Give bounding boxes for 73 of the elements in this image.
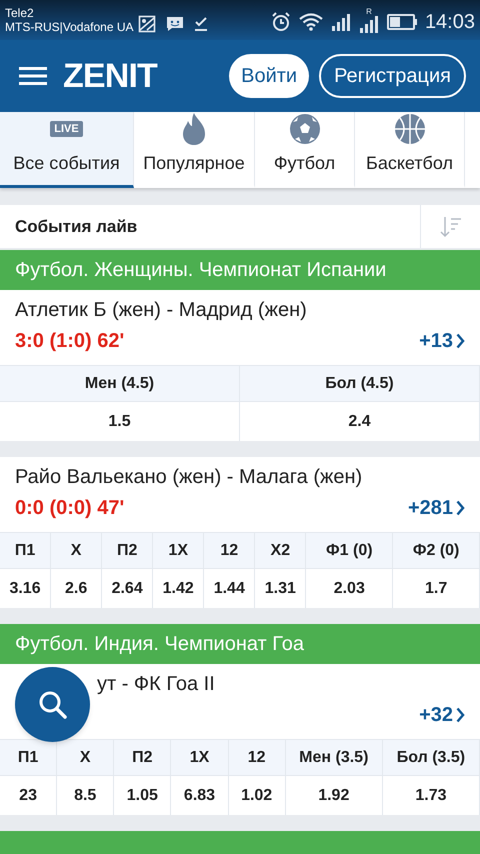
match-title: Атлетик Б (жен) - Мадрид (жен) (15, 298, 307, 322)
odds-header: П1 (0, 533, 52, 568)
login-button[interactable]: Войти (229, 54, 310, 98)
odds-header: X (51, 533, 102, 568)
alarm-icon (270, 12, 291, 32)
odds-button[interactable]: 2.64 (102, 568, 154, 608)
more-markets-link[interactable]: +281 (408, 493, 465, 523)
signal-icon (330, 13, 351, 31)
check-icon (194, 16, 208, 32)
tab[interactable]: Популярное (134, 112, 255, 188)
league-header: Футбол. Индия. Чемпионат Гоа (0, 624, 480, 664)
sort-icon (438, 214, 462, 238)
odds-button[interactable]: 1.02 (228, 775, 286, 815)
image-icon (138, 15, 156, 33)
match-title: Райо Вальекано (жен) - Малага (жен) (15, 465, 362, 489)
soccer-ball-icon (288, 113, 320, 145)
odds-header: Ф1 (0) (306, 533, 394, 568)
odds-button[interactable]: 6.83 (171, 775, 229, 815)
live-score: 0:0 (0:0) 47' (15, 496, 124, 521)
message-icon (166, 16, 184, 32)
logo: ZENIT (63, 56, 157, 96)
odds-button[interactable]: 2.4 (240, 401, 480, 441)
tab[interactable]: LIVE Все события (0, 112, 134, 188)
carrier-name: MTS-RUS|Vodafone UA (5, 20, 134, 34)
odds-header: 1X (171, 740, 229, 775)
odds-button[interactable]: 1.73 (382, 775, 480, 815)
odds-header: 12 (204, 533, 256, 568)
odds-button[interactable]: 23 (0, 775, 58, 815)
tab[interactable]: Футбол (255, 112, 355, 188)
odds-button[interactable]: 1.92 (286, 775, 383, 815)
wifi-icon (298, 13, 323, 31)
odds-button[interactable]: 1.42 (153, 568, 204, 608)
odds-header: Бол (3.5) (382, 740, 480, 775)
odds-button[interactable]: 1.44 (204, 568, 256, 608)
live-score: 3:0 (1:0) 62' (15, 329, 124, 354)
carrier-name: Tele2 (5, 6, 35, 20)
section-title: События лайв (15, 216, 138, 238)
odds-button[interactable]: 1.31 (255, 568, 306, 608)
odds-header: 1X (153, 533, 204, 568)
odds-button[interactable]: 2.03 (306, 568, 394, 608)
match-title: ут - ФК Гоа II (97, 672, 215, 696)
odds-button[interactable]: 1.7 (393, 568, 480, 608)
odds-header: П2 (102, 533, 154, 568)
league-header: Футбол. Женщины. Чемпионат Испании (0, 250, 480, 290)
odds-header: 12 (228, 740, 286, 775)
odds-header: Мен (3.5) (286, 740, 383, 775)
live-badge: LIVE (50, 121, 83, 137)
odds-button[interactable]: 2.6 (51, 568, 102, 608)
signal-icon (358, 15, 379, 33)
register-button[interactable]: Регистрация (319, 54, 466, 98)
roaming-mark: R (366, 8, 372, 16)
odds-header: Ф2 (0) (393, 533, 480, 568)
chevron-right-icon (456, 333, 465, 349)
clock: 14:03 (424, 10, 475, 35)
battery-icon (386, 14, 415, 30)
odds-header: X (57, 740, 114, 775)
odds-button[interactable]: 1.05 (114, 775, 172, 815)
search-icon (36, 688, 68, 720)
more-markets-link[interactable]: +13 (419, 326, 465, 356)
odds-header: Мен (4.5) (0, 366, 240, 401)
odds-header: Бол (4.5) (240, 366, 480, 401)
odds-button[interactable]: 8.5 (57, 775, 114, 815)
chevron-right-icon (456, 500, 465, 516)
chevron-right-icon (456, 707, 465, 723)
odds-header: П1 (0, 740, 58, 775)
odds-header: П2 (114, 740, 172, 775)
tab[interactable]: Баскетбол (355, 112, 465, 188)
menu-icon[interactable] (19, 66, 47, 86)
odds-header: X2 (255, 533, 306, 568)
odds-button[interactable]: 3.16 (0, 568, 52, 608)
basketball-icon (394, 113, 426, 145)
more-markets-link[interactable]: +32 (419, 700, 465, 730)
odds-button[interactable]: 1.5 (0, 401, 240, 441)
